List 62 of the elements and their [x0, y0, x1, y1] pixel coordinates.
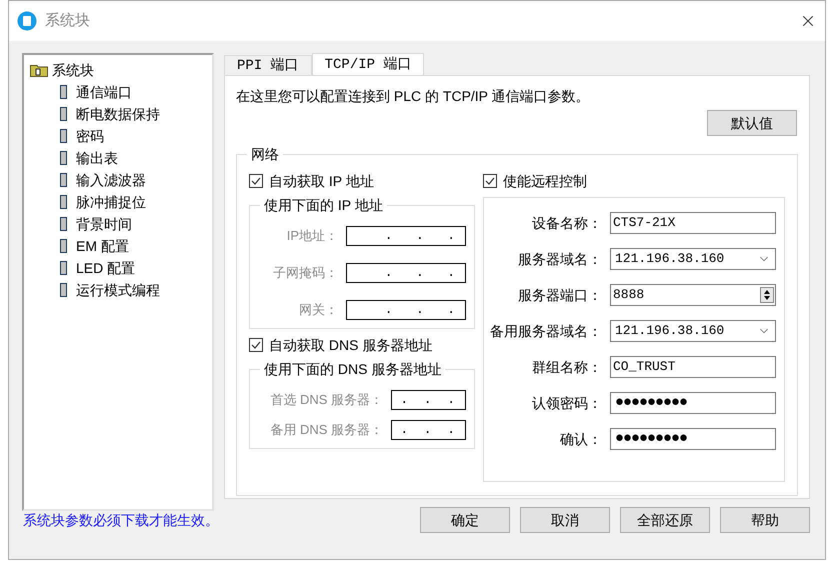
- folder-icon: [30, 63, 48, 77]
- tree-item[interactable]: 脉冲捕捉位: [75, 192, 147, 212]
- page-icon: [60, 195, 67, 209]
- window-title: 系统块: [45, 10, 90, 31]
- page-icon: [60, 85, 67, 99]
- text-field[interactable]: CO_TRUST: [610, 356, 776, 378]
- field-label: 服务器端口：: [518, 286, 602, 304]
- check-icon: [485, 176, 495, 186]
- tree-item[interactable]: LED 配置: [75, 258, 136, 278]
- dialog-button[interactable]: 确定: [420, 507, 510, 533]
- field-label: IP地址：: [286, 227, 338, 246]
- dialog-button[interactable]: 取消: [520, 507, 610, 533]
- field-label: 备用 DNS 服务器：: [270, 421, 383, 440]
- tree-item[interactable]: 通信端口: [75, 82, 133, 102]
- tree-item[interactable]: EM 配置: [75, 236, 130, 256]
- tree-item[interactable]: 断电数据保持: [75, 104, 161, 124]
- combo-box[interactable]: 121.196.38.160: [610, 248, 776, 270]
- checkbox-label: 自动获取 IP 地址: [269, 172, 374, 190]
- field-label: 确认：: [560, 430, 602, 448]
- tree-item[interactable]: 密码: [75, 126, 105, 146]
- dialog-button[interactable]: 全部还原: [620, 507, 710, 533]
- page-icon: [60, 173, 67, 187]
- checkbox-label: 使能远程控制: [503, 172, 587, 190]
- default-button[interactable]: 默认值: [707, 110, 797, 136]
- tree-item[interactable]: 输出表: [75, 148, 119, 168]
- page-icon: [60, 283, 67, 297]
- spin-arrows-icon: [760, 287, 774, 303]
- page-icon: [60, 107, 67, 121]
- page-icon: [60, 239, 67, 253]
- password-field[interactable]: ●●●●●●●●●: [610, 428, 776, 450]
- spin-box[interactable]: 8888: [610, 284, 776, 306]
- tab[interactable]: TCP/IP 端口: [312, 53, 424, 75]
- checkbox[interactable]: [249, 338, 263, 352]
- checkbox[interactable]: [483, 174, 497, 188]
- password-field[interactable]: ●●●●●●●●●: [610, 392, 776, 414]
- combo-box[interactable]: 121.196.38.160: [610, 320, 776, 342]
- field-label: 设备名称：: [532, 214, 602, 232]
- check-icon: [251, 340, 261, 350]
- field-label: 群组名称：: [532, 358, 602, 376]
- tree-item[interactable]: 运行模式编程: [75, 280, 161, 300]
- field-label: 子网掩码：: [273, 264, 338, 282]
- tree-item[interactable]: 输入滤波器: [75, 170, 147, 190]
- page-icon: [60, 129, 67, 143]
- tree-item[interactable]: 背景时间: [75, 214, 133, 234]
- footer-note: 系统块参数必须下载才能生效。: [23, 510, 220, 530]
- dialog-button[interactable]: 帮助: [720, 507, 810, 533]
- page-icon: [60, 151, 67, 165]
- description-text: 在这里您可以配置连接到 PLC 的 TCP/IP 通信端口参数。: [236, 87, 591, 106]
- checkbox[interactable]: [249, 174, 263, 188]
- app-logo-icon: [17, 11, 37, 31]
- page-icon: [60, 217, 67, 231]
- checkbox-label: 自动获取 DNS 服务器地址: [269, 336, 432, 354]
- check-icon: [251, 176, 261, 186]
- tree-item[interactable]: 系统块: [52, 60, 94, 80]
- text-field[interactable]: CTS7-21X: [610, 212, 776, 234]
- field-label: 网关：: [299, 301, 338, 320]
- field-label: 认领密码：: [532, 394, 602, 412]
- tab[interactable]: PPI 端口: [224, 55, 312, 75]
- field-label: 首选 DNS 服务器：: [270, 391, 383, 410]
- field-label: 服务器域名：: [518, 250, 602, 268]
- page-icon: [60, 261, 67, 275]
- field-label: 备用服务器域名：: [490, 322, 602, 340]
